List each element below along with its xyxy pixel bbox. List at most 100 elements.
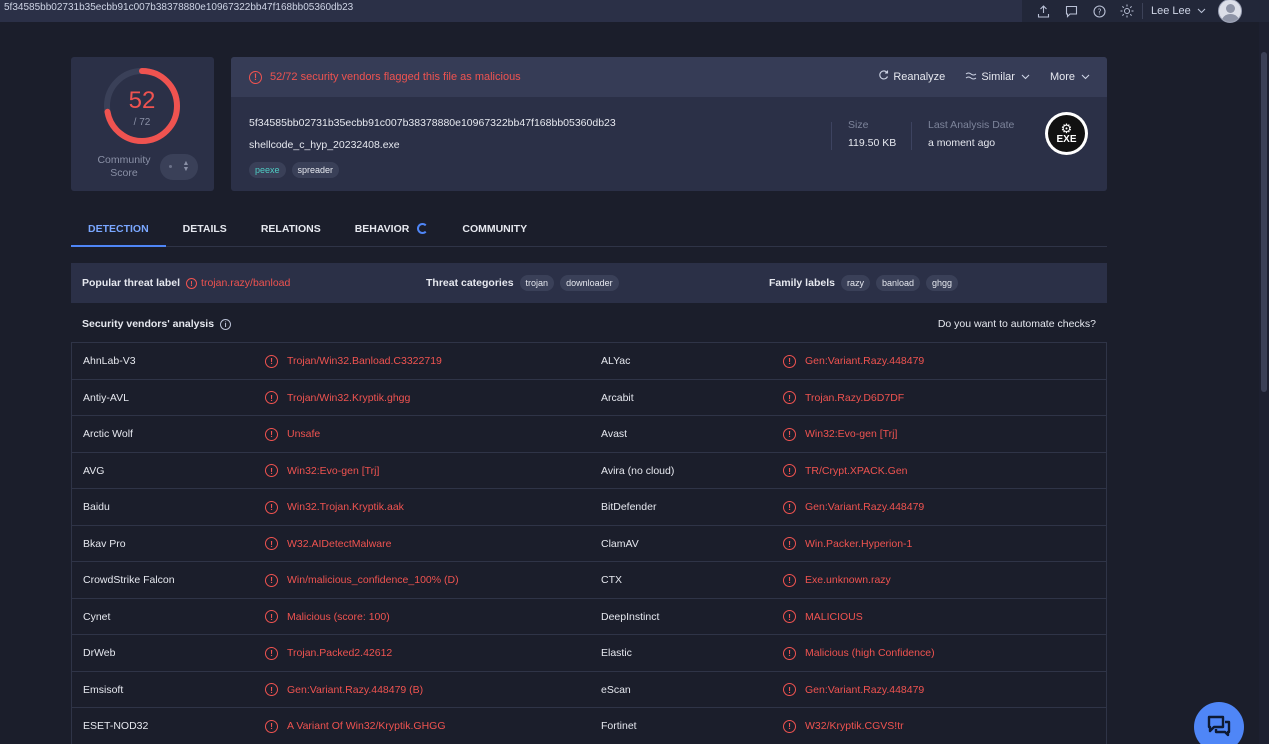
popular-threat-text: trojan.razy/banload bbox=[201, 277, 291, 289]
alert-icon: ! bbox=[265, 610, 278, 623]
tab-behavior[interactable]: BEHAVIOR bbox=[338, 209, 446, 246]
family-tag[interactable]: razy bbox=[840, 275, 870, 291]
popular-threat-label: Popular threat label ! trojan.razy/banlo… bbox=[82, 277, 290, 289]
vendor-result-cell: ! Win32:Evo-gen [Trj] bbox=[783, 416, 897, 452]
tag[interactable]: peexe bbox=[249, 162, 286, 178]
vendor-name-cell: CTX bbox=[601, 562, 622, 598]
category-tag[interactable]: trojan bbox=[519, 275, 555, 291]
tag[interactable]: spreader bbox=[291, 162, 340, 178]
more-button[interactable]: More bbox=[1050, 71, 1090, 83]
vendor-result: Gen:Variant.Razy.448479 bbox=[805, 683, 925, 696]
vendor-result: Malicious (score: 100) bbox=[287, 610, 390, 623]
vendor-result-cell: ! Win32:Evo-gen [Trj] bbox=[265, 453, 379, 489]
popular-threat-value[interactable]: ! trojan.razy/banload bbox=[186, 277, 290, 289]
avatar[interactable] bbox=[1217, 0, 1242, 23]
vendor-name: CrowdStrike Falcon bbox=[83, 574, 175, 586]
vendor-result: TR/Crypt.XPACK.Gen bbox=[805, 464, 908, 477]
vendor-name: Arctic Wolf bbox=[83, 428, 133, 440]
detection-score-card: 52 / 72 Community Score ▲ ▼ bbox=[71, 57, 214, 191]
vendor-result-cell: ! TR/Crypt.XPACK.Gen bbox=[783, 453, 908, 489]
help-icon[interactable]: ? bbox=[1092, 4, 1106, 18]
theme-sun-icon[interactable] bbox=[1120, 4, 1134, 18]
vendor-name: AVG bbox=[83, 464, 105, 477]
tab-detection[interactable]: DETECTION bbox=[71, 209, 166, 247]
upload-icon[interactable] bbox=[1036, 4, 1050, 18]
alert-icon: ! bbox=[265, 500, 278, 514]
alert-icon: ! bbox=[783, 683, 796, 696]
vendor-name-cell: BitDefender bbox=[601, 489, 656, 525]
comment-icon[interactable] bbox=[1064, 4, 1078, 18]
tab-label: DETECTION bbox=[88, 223, 149, 235]
automate-checks-link[interactable]: Do you want to automate checks? bbox=[938, 318, 1096, 330]
tab-community[interactable]: COMMUNITY bbox=[445, 209, 544, 246]
alert-icon: ! bbox=[783, 354, 796, 368]
search-input[interactable]: 5f34585bb02731b35ecbb91c007b38378880e109… bbox=[0, 0, 1022, 22]
vendor-name-cell: ClamAV bbox=[601, 526, 639, 562]
chat-button[interactable] bbox=[1194, 702, 1244, 744]
table-row: Arctic Wolf! Unsafe Avast! Win32:Evo-gen [T… bbox=[71, 416, 1107, 453]
vendor-result: Unsafe bbox=[287, 428, 321, 440]
vendor-result: Win32.Trojan.Kryptik.aak bbox=[287, 501, 404, 513]
reanalyze-button[interactable]: Reanalyze bbox=[878, 70, 945, 84]
file-sha256[interactable]: 5f34585bb02731b35ecbb91c007b38378880e109… bbox=[249, 117, 616, 129]
vendor-name: ESET-NOD32 bbox=[83, 720, 149, 732]
table-row: AhnLab-V3! Trojan/Win32.Banload.C3322719 A… bbox=[71, 343, 1107, 380]
vendor-name: Antiy-AVL bbox=[83, 391, 129, 404]
table-row: Baidu! Win32.Trojan.Kryptik.aak BitDefende… bbox=[71, 489, 1107, 526]
tab-relations[interactable]: RELATIONS bbox=[244, 209, 338, 246]
table-row: DrWeb! Trojan.Packed2.42612 Elastic! Malici… bbox=[71, 635, 1107, 672]
alert-icon: ! bbox=[265, 719, 278, 733]
reanalyze-label: Reanalyze bbox=[893, 71, 946, 83]
chevron-down-icon bbox=[1081, 72, 1090, 82]
file-name: shellcode_c_hyp_20232408.exe bbox=[249, 139, 400, 151]
vendor-name-cell: CrowdStrike Falcon bbox=[83, 562, 175, 598]
vendor-name-cell: Elastic bbox=[601, 635, 632, 671]
vendor-result-cell: ! Win/malicious_confidence_100% (D) bbox=[265, 562, 459, 598]
vendor-result-cell: ! Trojan.Razy.D6D7DF bbox=[783, 380, 904, 416]
vendor-result: Win.Packer.Hyperion-1 bbox=[805, 537, 913, 550]
family-tag[interactable]: banload bbox=[875, 275, 921, 291]
page-scrollbar[interactable] bbox=[1259, 22, 1269, 744]
community-score-label: Community Score bbox=[97, 154, 151, 179]
vendor-result-cell: ! A Variant Of Win32/Kryptik.GHGG bbox=[265, 708, 446, 744]
alert-icon: ! bbox=[783, 537, 796, 550]
table-row: Antiy-AVL! Trojan/Win32.Kryptik.ghgg Arcab… bbox=[71, 379, 1107, 416]
vendor-result: W32/Kryptik.CGVS!tr bbox=[805, 720, 904, 732]
vendor-name-cell: Avast bbox=[601, 416, 627, 452]
community-score-vote[interactable]: ▲ ▼ bbox=[160, 154, 198, 180]
alert-icon: ! bbox=[186, 277, 198, 289]
alert-icon: ! bbox=[783, 719, 796, 733]
user-menu[interactable]: Lee Lee bbox=[1151, 0, 1242, 23]
alert-icon: ! bbox=[249, 70, 262, 84]
tab-label: DETAILS bbox=[182, 223, 227, 235]
vendor-result: Trojan.Packed2.42612 bbox=[287, 647, 393, 659]
vendor-name-cell: Emsisoft bbox=[83, 672, 123, 708]
tab-details[interactable]: DETAILS bbox=[166, 209, 244, 246]
category-tag[interactable]: downloader bbox=[560, 275, 619, 291]
info-icon[interactable]: i bbox=[220, 318, 232, 330]
vendor-name: Emsisoft bbox=[83, 683, 124, 696]
vendor-result: Win/malicious_confidence_100% (D) bbox=[287, 574, 459, 586]
scrollbar-thumb[interactable] bbox=[1261, 52, 1267, 392]
vendor-result: Gen:Variant.Razy.448479 bbox=[805, 501, 925, 513]
alert-icon: ! bbox=[783, 610, 796, 623]
vendor-name: DrWeb bbox=[83, 647, 116, 659]
vendor-result-cell: ! Gen:Variant.Razy.448479 bbox=[783, 343, 924, 379]
loading-spinner-icon bbox=[417, 223, 429, 234]
table-row: Emsisoft! Gen:Variant.Razy.448479 (B) eSca… bbox=[71, 671, 1107, 708]
vendors-title-text: Security vendors' analysis bbox=[82, 318, 215, 330]
user-name: Lee Lee bbox=[1151, 5, 1191, 17]
vendor-name-cell: ESET-NOD32 bbox=[83, 708, 148, 744]
similar-button[interactable]: Similar bbox=[965, 70, 1030, 84]
similar-icon bbox=[965, 70, 977, 84]
vendor-result-cell: ! Malicious (score: 100) bbox=[265, 599, 390, 635]
vendor-name-cell: eScan bbox=[601, 672, 631, 708]
vendors-header: Security vendors' analysis i Do you want… bbox=[71, 309, 1107, 339]
vendor-result: MALICIOUS bbox=[805, 610, 863, 623]
malicious-alert-bar: ! 52/72 security vendors flagged this fi… bbox=[231, 57, 1107, 97]
alert-icon: ! bbox=[783, 391, 796, 404]
vendor-name-cell: DeepInstinct bbox=[601, 599, 659, 635]
vote-dot-icon bbox=[169, 165, 172, 168]
family-tag[interactable]: ghgg bbox=[926, 275, 959, 291]
divider bbox=[1142, 3, 1143, 19]
